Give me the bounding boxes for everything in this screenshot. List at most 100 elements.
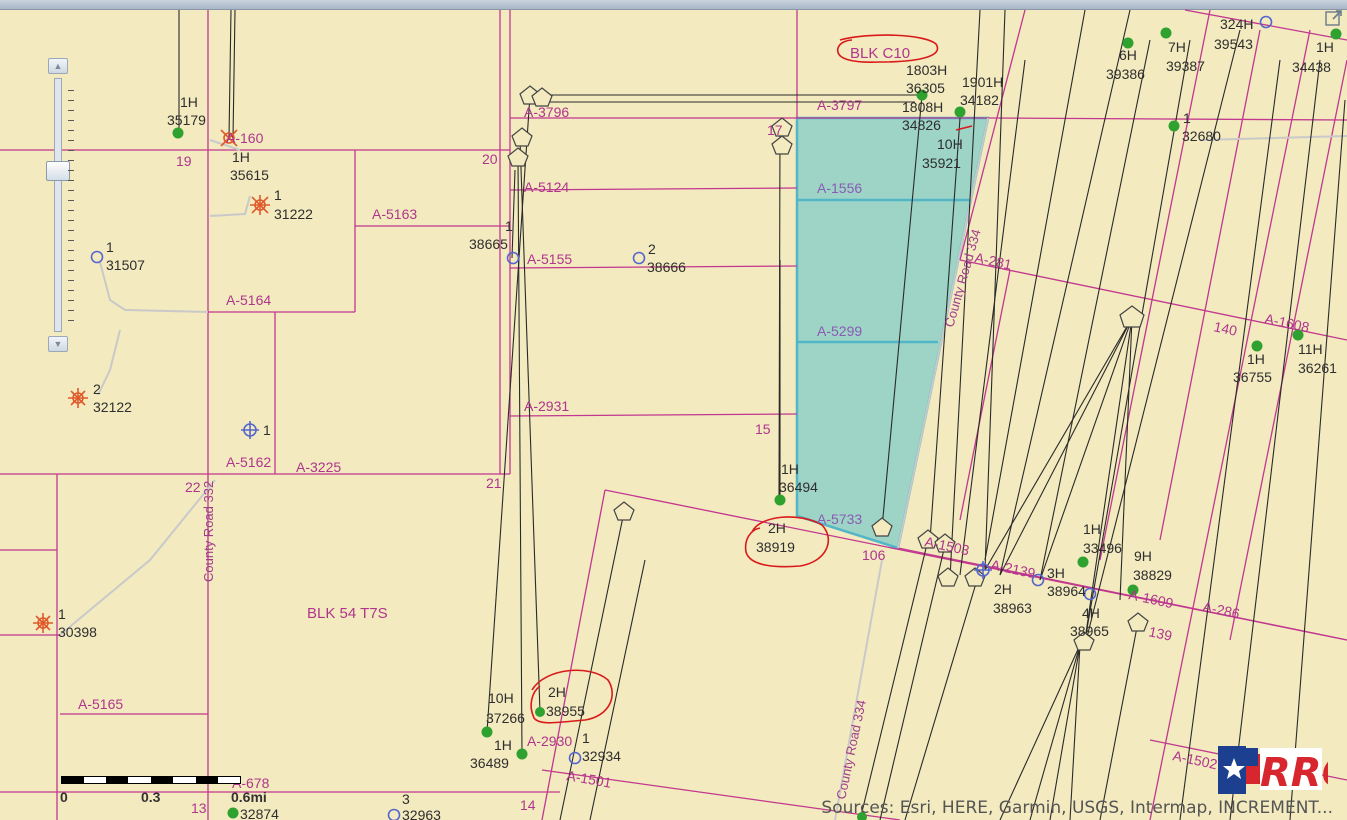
well-id: 36755 (1233, 369, 1272, 385)
zoom-slider[interactable]: ▲ ▼ (46, 58, 74, 354)
section-label: 140 (1212, 318, 1238, 339)
zoom-in-icon[interactable]: ▲ (48, 58, 68, 74)
well-marker-blue[interactable] (632, 251, 646, 265)
scale-label: 0.6mi (231, 789, 267, 805)
well-id: 37266 (486, 710, 525, 726)
section-label: 19 (176, 153, 192, 169)
map-attribution: Sources: Esri, HERE, Garmin, USGS, Inter… (821, 798, 1333, 818)
abstract-label: A-286 (1201, 598, 1241, 621)
well-num: 1H (1316, 39, 1334, 55)
abstract-label: A-3225 (296, 459, 341, 475)
road-label: County Road 332 (201, 481, 216, 582)
abstract-label: A-5164 (226, 292, 271, 308)
well-marker-green[interactable] (516, 748, 528, 760)
map-canvas[interactable]: BLK C10 BLK 54 T7S 19 20 17 15 22 21 106… (0, 9, 1347, 820)
well-id: 38665 (469, 236, 508, 252)
well-marker-blue[interactable] (387, 808, 401, 820)
well-num: 4H (1082, 605, 1100, 621)
road-label: County Road 334 (833, 699, 869, 801)
map-viewer[interactable]: BLK C10 BLK 54 T7S 19 20 17 15 22 21 106… (0, 0, 1347, 820)
well-marker-dry[interactable] (33, 613, 53, 633)
well-id: 35179 (167, 112, 206, 128)
abstract-label: A-1609 (1127, 586, 1175, 611)
zoom-track[interactable] (46, 78, 70, 332)
zoom-out-icon[interactable]: ▼ (48, 336, 68, 352)
well-num: 1H (180, 94, 198, 110)
abstract-label: A-1502 (1171, 747, 1219, 772)
abstract-label: A-5165 (78, 696, 123, 712)
well-marker-green[interactable] (774, 494, 786, 506)
well-marker-green[interactable] (481, 726, 493, 738)
well-marker-blue[interactable] (90, 250, 104, 264)
abstract-label: A-160 (226, 130, 264, 146)
scale-label: 0 (60, 789, 68, 805)
well-marker-blue[interactable] (506, 251, 520, 265)
well-id: 36489 (470, 755, 509, 771)
well-num: 2 (93, 381, 101, 397)
section-label: 17 (767, 122, 783, 138)
well-num: 1H (781, 461, 799, 477)
section-label: 139 (1147, 623, 1173, 644)
well-marker-green[interactable] (172, 127, 184, 139)
section-label: 14 (520, 797, 536, 813)
well-id: 39543 (1214, 36, 1253, 52)
well-marker-green[interactable] (1160, 27, 1172, 39)
well-marker-plugged[interactable] (250, 195, 270, 215)
well-id: 34826 (902, 117, 941, 133)
well-marker-blue[interactable] (568, 751, 582, 765)
well-marker-blue[interactable] (1259, 15, 1273, 29)
well-id: 39386 (1106, 66, 1145, 82)
expand-icon[interactable] (1324, 9, 1344, 27)
well-num: 1 (58, 606, 66, 622)
well-marker-green[interactable] (1251, 340, 1263, 352)
well-marker-green[interactable] (1077, 556, 1089, 568)
well-num: 1 (274, 187, 282, 203)
well-marker-green[interactable] (227, 807, 239, 819)
well-id: 38963 (993, 600, 1032, 616)
well-id: 32963 (402, 807, 441, 820)
well-num: 2H (768, 520, 786, 536)
well-num: 3H (1047, 565, 1065, 581)
zoom-thumb[interactable] (46, 161, 70, 181)
well-id: 32934 (582, 748, 621, 764)
well-id: 36261 (1298, 360, 1337, 376)
well-marker-injection[interactable] (241, 421, 259, 439)
well-num: 2H (994, 581, 1012, 597)
abstract-label: A-5162 (226, 454, 271, 470)
scale-label: 0.3 (141, 789, 161, 805)
well-num: 1 (1183, 110, 1191, 126)
well-id: 34438 (1292, 59, 1331, 75)
well-num: 6H (1119, 47, 1137, 63)
well-num: 9H (1134, 548, 1152, 564)
abstract-label: A-2931 (524, 398, 569, 414)
abstract-label: A-5733 (817, 511, 862, 527)
well-num: 2H (548, 684, 566, 700)
well-marker-green[interactable] (954, 106, 966, 118)
well-marker-dry[interactable] (68, 388, 88, 408)
abstract-label: A-1556 (817, 180, 862, 196)
well-num: 1 (106, 239, 114, 255)
well-id: 33496 (1083, 540, 1122, 556)
section-label: 13 (191, 800, 207, 816)
well-num: 1 (582, 730, 590, 746)
abstract-label: A-3797 (817, 97, 862, 113)
well-marker-blue[interactable] (1083, 587, 1097, 601)
section-label: 15 (755, 421, 771, 437)
well-num: 1H (1247, 351, 1265, 367)
well-num: 1 (263, 422, 271, 438)
well-id: 36305 (906, 80, 945, 96)
section-label: 21 (486, 475, 502, 491)
well-id: 30398 (58, 624, 97, 640)
well-marker-green[interactable] (1168, 120, 1180, 132)
abstract-label: A-5299 (817, 323, 862, 339)
well-marker-green[interactable] (535, 707, 545, 717)
well-id: 35921 (922, 155, 961, 171)
well-id: 32680 (1182, 128, 1221, 144)
well-id: 38829 (1133, 567, 1172, 583)
block-label: BLK 54 T7S (307, 605, 388, 622)
well-marker-green[interactable] (1330, 28, 1342, 40)
section-label: 22 (185, 479, 201, 495)
well-num: 2 (648, 241, 656, 257)
well-id: 31507 (106, 257, 145, 273)
abstract-label: A-5124 (524, 179, 569, 195)
